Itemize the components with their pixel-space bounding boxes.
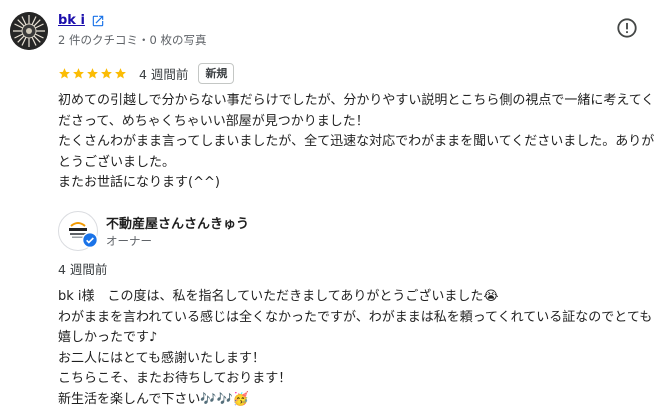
reviewer-avatar[interactable] xyxy=(10,12,48,50)
star-icon xyxy=(87,67,98,78)
star-icon xyxy=(73,67,84,78)
star-icon xyxy=(101,67,112,78)
star-icon xyxy=(59,67,70,78)
star-icon xyxy=(115,67,126,78)
reply-date: 4 週間前 xyxy=(58,262,108,277)
review-date: 4 週間前 xyxy=(139,66,189,82)
owner-name: 不動産屋さんさんきゅう xyxy=(106,217,250,232)
reviewer-meta: 2 件のクチコミ・0 枚の写真 xyxy=(58,33,207,47)
reviewer-name[interactable]: bk i xyxy=(58,13,85,28)
star-rating xyxy=(58,67,127,80)
new-badge: 新規 xyxy=(198,62,235,84)
reviewer-name-link[interactable]: bk i xyxy=(58,13,105,28)
rating-row: 4 週間前 新規 xyxy=(58,62,235,84)
owner-role: オーナー xyxy=(106,234,152,248)
review-text: 初めての引越しで分からない事だらけでしたが、分かりやすい説明とこちら側の視点で一… xyxy=(58,93,655,190)
verified-check-icon xyxy=(82,232,98,248)
external-link-icon[interactable] xyxy=(91,14,105,28)
report-icon[interactable] xyxy=(616,17,638,39)
reply-text: bk i様 この度は、私を指名していただきましてありがとうございました😭 わがま… xyxy=(58,289,653,407)
